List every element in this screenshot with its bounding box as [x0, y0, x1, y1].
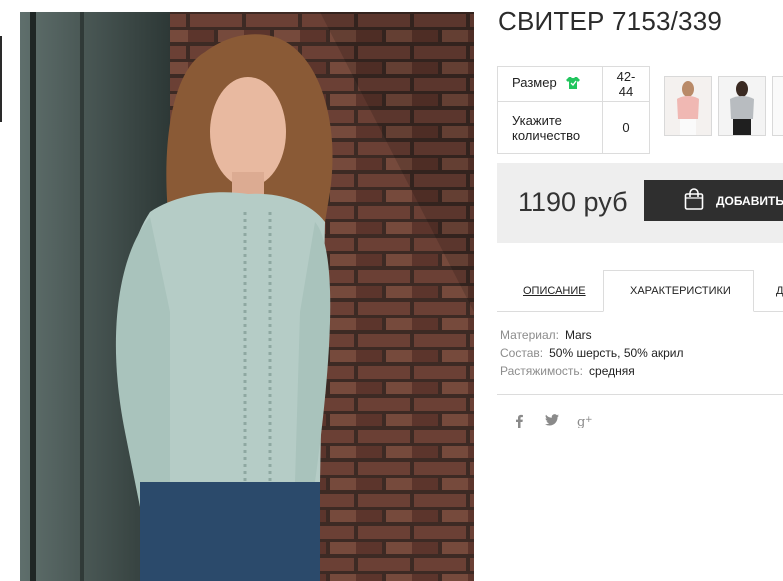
twitter-icon[interactable]: [545, 414, 559, 430]
thumbnail-gray-sweater[interactable]: [718, 76, 766, 136]
quantity-row: Укажите количество 0: [497, 101, 650, 154]
tab-characteristics[interactable]: ХАРАКТЕРИСТИКИ: [630, 285, 731, 297]
size-row: Размер 42-44: [497, 66, 650, 102]
add-to-cart-label: ДОБАВИТЬ В: [716, 193, 783, 208]
tab-delivery-partial[interactable]: Д: [776, 285, 783, 297]
size-label: Размер: [512, 75, 557, 91]
characteristic-value: 50% шерсть, 50% акрил: [549, 346, 684, 360]
size-label-cell: Размер: [497, 66, 603, 102]
characteristic-row: Состав: 50% шерсть, 50% акрил: [500, 344, 684, 362]
product-price: 1190 руб: [518, 187, 628, 217]
add-to-cart-button[interactable]: ДОБАВИТЬ В: [644, 180, 783, 221]
product-main-photo[interactable]: [20, 12, 474, 581]
section-divider: [497, 394, 783, 395]
shirt-icon[interactable]: [565, 76, 581, 93]
size-select[interactable]: 42-44: [602, 66, 650, 102]
characteristic-key: Состав:: [500, 346, 544, 360]
shopping-bag-icon: [682, 187, 706, 214]
product-title: СВИТЕР 7153/339: [498, 6, 723, 36]
tab-description[interactable]: ОПИСАНИЕ: [523, 285, 586, 297]
left-edge-bar: [0, 36, 2, 122]
thumbnail-partial[interactable]: [772, 76, 783, 136]
characteristic-value: средняя: [589, 364, 635, 378]
characteristic-key: Растяжимость:: [500, 364, 584, 378]
thumbnail-pink-sweater[interactable]: [664, 76, 712, 136]
svg-text:+: +: [585, 415, 593, 425]
characteristic-value: Mars: [564, 328, 592, 342]
product-options-table: Размер 42-44 Укажите количество 0: [497, 66, 650, 154]
thumbnail-strip: [664, 76, 783, 136]
google-plus-icon[interactable]: g +: [577, 414, 595, 432]
quantity-label: Укажите количество: [497, 101, 603, 154]
price-box: 1190 руб ДОБАВИТЬ В: [497, 163, 783, 243]
characteristics-list: Материал: Mars Состав: 50% шерсть, 50% акр…: [500, 326, 684, 380]
characteristic-row: Растяжимость: средняя: [500, 362, 684, 380]
quantity-input[interactable]: 0: [602, 101, 650, 154]
characteristic-row: Материал: Mars: [500, 326, 684, 344]
characteristic-key: Материал:: [500, 328, 559, 342]
facebook-icon[interactable]: [514, 414, 524, 432]
